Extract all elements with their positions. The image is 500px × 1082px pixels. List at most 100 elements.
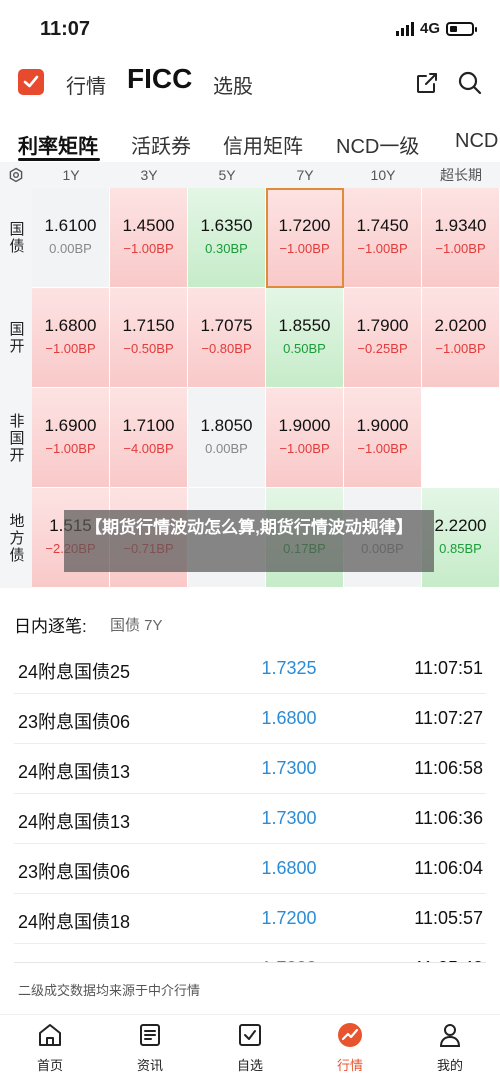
trade-price: 1.7300 bbox=[261, 758, 317, 778]
trade-row[interactable]: 23附息国债06 1.6800 11:06:04 bbox=[0, 844, 500, 894]
nav-label-market: 行情 bbox=[336, 1058, 363, 1073]
trade-time: 11:07:51 bbox=[414, 658, 483, 678]
yield-value: 1.7200 bbox=[278, 216, 331, 235]
matrix-cell[interactable]: 1.6100 0.00BP bbox=[32, 188, 110, 288]
watchlist-icon bbox=[239, 1024, 261, 1046]
bp-change: −0.25BP bbox=[357, 341, 408, 356]
trade-row[interactable]: 24附息国债13 1.7300 11:06:58 bbox=[0, 744, 500, 794]
signal-icon bbox=[395, 21, 414, 36]
yield-value: 1.7900 bbox=[356, 316, 409, 335]
matrix-cell[interactable]: 1.8050 0.00BP bbox=[188, 388, 266, 488]
trade-row[interactable]: 24附息国债131.730011:05:42 bbox=[0, 944, 500, 962]
yield-value: 1.8050 bbox=[200, 416, 253, 435]
matrix-cell[interactable]: 1.7075 −0.80BP bbox=[188, 288, 266, 388]
yield-value: 1.9340 bbox=[434, 216, 487, 235]
trades-title: 日内逐笔: bbox=[14, 617, 87, 636]
nav-home[interactable]: 首页 bbox=[10, 1021, 90, 1074]
matrix-cell[interactable]: 1.6350 0.30BP bbox=[188, 188, 266, 288]
profile-icon bbox=[439, 1024, 461, 1047]
share-icon[interactable] bbox=[412, 68, 442, 98]
home-icon bbox=[39, 1024, 61, 1046]
bp-change: 0.00BP bbox=[205, 441, 248, 456]
nav-label-profile: 我的 bbox=[436, 1058, 463, 1073]
trade-row[interactable]: 24附息国债13 1.7300 11:06:36 bbox=[0, 794, 500, 844]
bp-change: −0.80BP bbox=[201, 341, 252, 356]
matrix-column-header: 7Y bbox=[296, 167, 314, 183]
bp-change: −1.00BP bbox=[435, 341, 486, 356]
matrix-cell[interactable] bbox=[422, 388, 500, 488]
yield-value: 2.0200 bbox=[434, 316, 487, 335]
matrix-cell[interactable]: 1.9000 −1.00BP bbox=[266, 388, 344, 488]
app-logo-icon[interactable] bbox=[18, 69, 44, 95]
matrix-cell[interactable]: 1.7900 −0.25BP bbox=[344, 288, 422, 388]
nav-watchlist[interactable]: 自选 bbox=[210, 1021, 290, 1074]
market-icon bbox=[338, 1023, 362, 1047]
nav-profile[interactable]: 我的 bbox=[410, 1021, 490, 1074]
matrix-row-label-text: 地方债 bbox=[7, 512, 25, 564]
bond-name: 24附息国债18 bbox=[18, 912, 131, 932]
trade-row[interactable]: 24附息国债18 1.7200 11:05:57 bbox=[0, 894, 500, 944]
bp-change: −1.00BP bbox=[279, 441, 330, 456]
yield-value: 1.6900 bbox=[44, 416, 97, 435]
header-tab-stock-picker[interactable]: 选股 bbox=[213, 70, 253, 99]
sub-tab-bar: 利率矩阵 活跃券 信用矩阵 NCD一级 NCD bbox=[0, 120, 500, 162]
bp-change: −1.00BP bbox=[357, 241, 408, 256]
matrix-cell[interactable]: 1.6800 −1.00BP bbox=[32, 288, 110, 388]
bp-change: 0.00BP bbox=[49, 241, 92, 256]
yield-value: 1.6100 bbox=[44, 216, 97, 235]
yield-value bbox=[422, 416, 499, 436]
trade-price: 1.7200 bbox=[261, 908, 317, 928]
matrix-cell[interactable]: 1.6900 −1.00BP bbox=[32, 388, 110, 488]
matrix-cell[interactable]: 1.4500 −1.00BP bbox=[110, 188, 188, 288]
trade-list: 24附息国债25 1.7325 11:07:51 23附息国债06 1.6800 11:0… bbox=[0, 640, 500, 962]
matrix-cell[interactable]: 1.7100 −4.00BP bbox=[110, 388, 188, 488]
matrix-cell[interactable]: 1.9340 −1.00BP bbox=[422, 188, 500, 288]
yield-value: 1.8550 bbox=[278, 316, 331, 335]
tab-rate-matrix[interactable]: 利率矩阵 bbox=[18, 130, 98, 159]
trade-price: 1.7325 bbox=[261, 658, 317, 678]
bp-change: −4.00BP bbox=[123, 441, 174, 456]
matrix-cell[interactable]: 1.7450 −1.00BP bbox=[344, 188, 422, 288]
bond-name: 24附息国债13 bbox=[18, 762, 131, 782]
matrix-row-label: 国债 bbox=[0, 188, 32, 288]
matrix-column-header: 10Y bbox=[370, 167, 396, 183]
settings-icon[interactable] bbox=[0, 162, 32, 188]
trade-price: 1.6800 bbox=[261, 708, 317, 728]
matrix-cell[interactable]: 1.9000 −1.00BP bbox=[344, 388, 422, 488]
matrix-row-label-text: 国债 bbox=[7, 221, 25, 255]
status-indicators: 4G bbox=[395, 20, 477, 37]
battery-icon bbox=[446, 21, 477, 36]
nav-news[interactable]: 资讯 bbox=[110, 1021, 190, 1074]
bond-name: 23附息国债06 bbox=[18, 712, 131, 732]
trade-price: 1.7300 bbox=[261, 808, 317, 828]
news-icon bbox=[140, 1024, 160, 1046]
bp-change: 0.50BP bbox=[283, 341, 326, 356]
tab-credit-matrix[interactable]: 信用矩阵 bbox=[223, 130, 303, 159]
tab-ncd[interactable]: NCD bbox=[455, 130, 498, 153]
matrix-cell[interactable]: 2.0200 −1.00BP bbox=[422, 288, 500, 388]
nav-label-home: 首页 bbox=[36, 1058, 63, 1073]
network-label: 4G bbox=[419, 20, 440, 37]
search-icon[interactable] bbox=[455, 68, 485, 98]
yield-value: 1.6350 bbox=[200, 216, 253, 235]
nav-market[interactable]: 行情 bbox=[310, 1021, 390, 1074]
trade-row[interactable]: 23附息国债06 1.6800 11:07:27 bbox=[0, 694, 500, 744]
header-tab-ficc[interactable]: FICC bbox=[127, 63, 192, 95]
tab-ncd-primary[interactable]: NCD一级 bbox=[336, 130, 419, 159]
matrix-cell[interactable]: 1.8550 0.50BP bbox=[266, 288, 344, 388]
matrix-cell[interactable]: 1.7150 −0.50BP bbox=[110, 288, 188, 388]
yield-value: 1.7450 bbox=[356, 216, 409, 235]
nav-label-news: 资讯 bbox=[136, 1058, 163, 1073]
trade-row[interactable]: 24附息国债25 1.7325 11:07:51 bbox=[0, 644, 500, 694]
matrix-row-label: 国开 bbox=[0, 288, 32, 388]
bp-change: −1.00BP bbox=[279, 241, 330, 256]
nav-label-watchlist: 自选 bbox=[236, 1058, 263, 1073]
trade-time: 11:06:58 bbox=[414, 758, 483, 778]
tab-active-bonds[interactable]: 活跃券 bbox=[131, 130, 191, 159]
matrix-cell[interactable]: 1.7200 −1.00BP bbox=[266, 188, 344, 288]
header-tab-market[interactable]: 行情 bbox=[66, 70, 106, 99]
bp-change: −1.00BP bbox=[357, 441, 408, 456]
bp-change: −1.00BP bbox=[45, 341, 96, 356]
yield-value: 1.9000 bbox=[356, 416, 409, 435]
status-time: 11:07 bbox=[40, 18, 91, 40]
